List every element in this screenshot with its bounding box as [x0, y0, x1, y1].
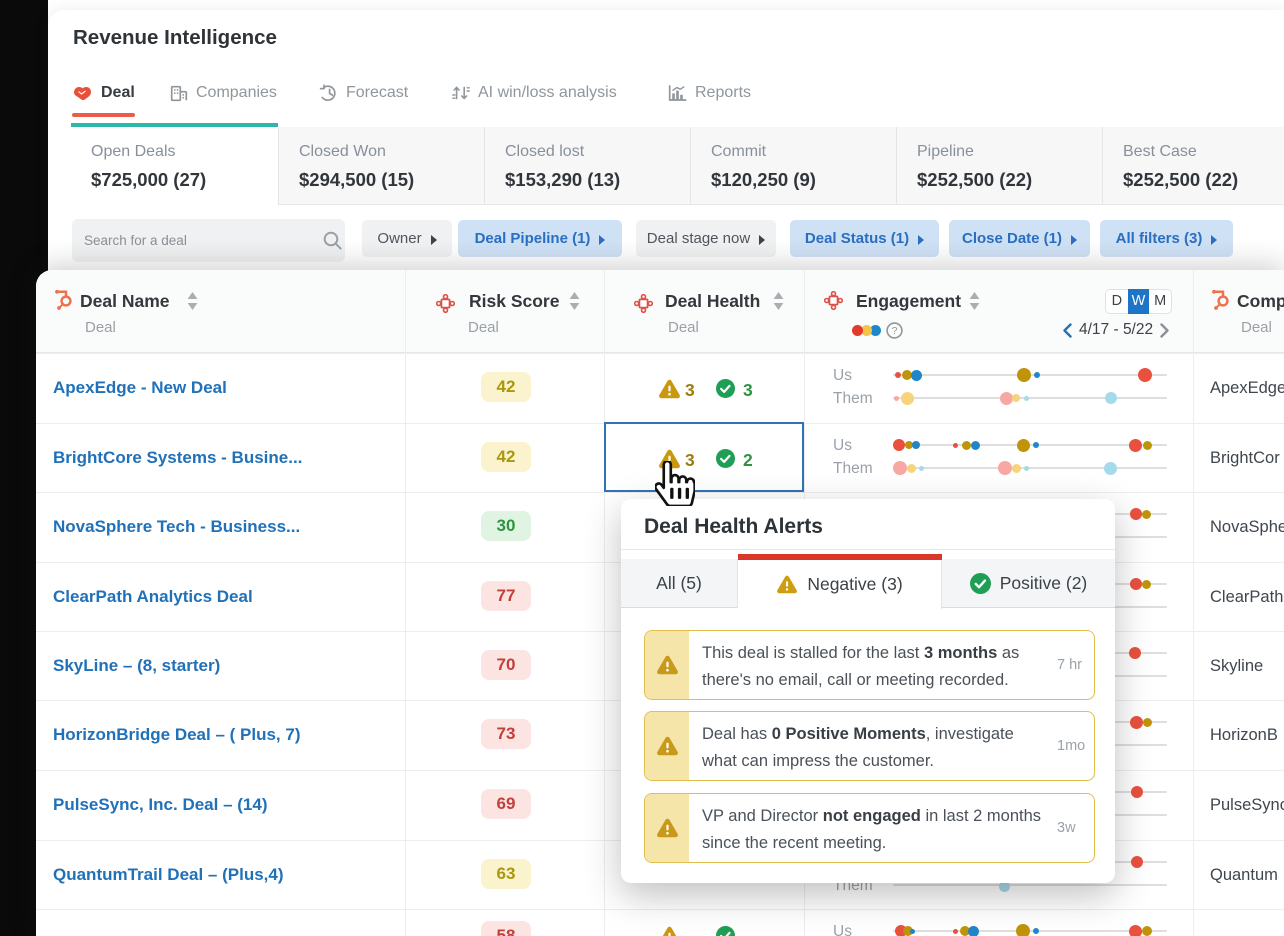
svg-text:?: ?	[892, 325, 898, 337]
